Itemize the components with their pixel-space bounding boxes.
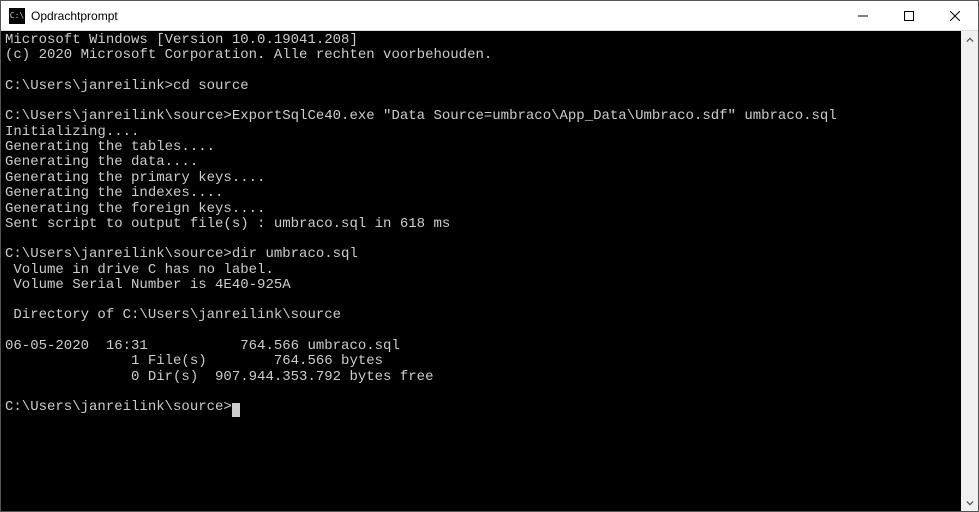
terminal-line: Microsoft Windows [Version 10.0.19041.20…: [5, 33, 957, 48]
terminal-line: [5, 94, 957, 109]
terminal-line: 0 Dir(s) 907.944.353.792 bytes free: [5, 370, 957, 385]
minimize-icon: [858, 11, 868, 21]
scroll-up-button[interactable]: [961, 31, 978, 48]
window-controls: [840, 1, 978, 30]
close-icon: [950, 11, 960, 21]
maximize-icon: [904, 11, 914, 21]
chevron-up-icon: [966, 36, 974, 44]
terminal-line: Volume Serial Number is 4E40-925A: [5, 278, 957, 293]
scrollbar[interactable]: [961, 31, 978, 511]
maximize-button[interactable]: [886, 1, 932, 30]
terminal-line: [5, 293, 957, 308]
chevron-down-icon: [966, 499, 974, 507]
app-icon-text: C:\: [10, 11, 24, 20]
terminal-line: 1 File(s) 764.566 bytes: [5, 354, 957, 369]
terminal-line: Generating the indexes....: [5, 186, 957, 201]
terminal-line: [5, 232, 957, 247]
terminal-line: Directory of C:\Users\janreilink\source: [5, 308, 957, 323]
terminal-line: Generating the tables....: [5, 140, 957, 155]
terminal-output[interactable]: Microsoft Windows [Version 10.0.19041.20…: [1, 31, 961, 511]
terminal-line: Initializing....: [5, 125, 957, 140]
window-title: Opdrachtprompt: [31, 9, 840, 23]
terminal-line: Generating the foreign keys....: [5, 202, 957, 217]
terminal-line: Volume in drive C has no label.: [5, 263, 957, 278]
close-button[interactable]: [932, 1, 978, 30]
terminal-line: [5, 385, 957, 400]
terminal-line: Generating the data....: [5, 155, 957, 170]
cursor: [232, 403, 240, 417]
terminal-line: [5, 64, 957, 79]
terminal-line: C:\Users\janreilink\source>dir umbraco.s…: [5, 247, 957, 262]
terminal-line: 06-05-2020 16:31 764.566 umbraco.sql: [5, 339, 957, 354]
app-icon: C:\: [9, 8, 25, 24]
terminal-line: (c) 2020 Microsoft Corporation. Alle rec…: [5, 48, 957, 63]
minimize-button[interactable]: [840, 1, 886, 30]
terminal-line: Generating the primary keys....: [5, 171, 957, 186]
titlebar: C:\ Opdrachtprompt: [1, 1, 978, 31]
scroll-down-button[interactable]: [961, 494, 978, 511]
terminal-line: C:\Users\janreilink\source>: [5, 400, 957, 415]
terminal-line: C:\Users\janreilink>cd source: [5, 79, 957, 94]
terminal-line: [5, 324, 957, 339]
scrollbar-track[interactable]: [961, 48, 978, 494]
terminal-line: C:\Users\janreilink\source>ExportSqlCe40…: [5, 109, 957, 124]
terminal-line: Sent script to output file(s) : umbraco.…: [5, 217, 957, 232]
terminal-wrap: Microsoft Windows [Version 10.0.19041.20…: [1, 31, 978, 511]
